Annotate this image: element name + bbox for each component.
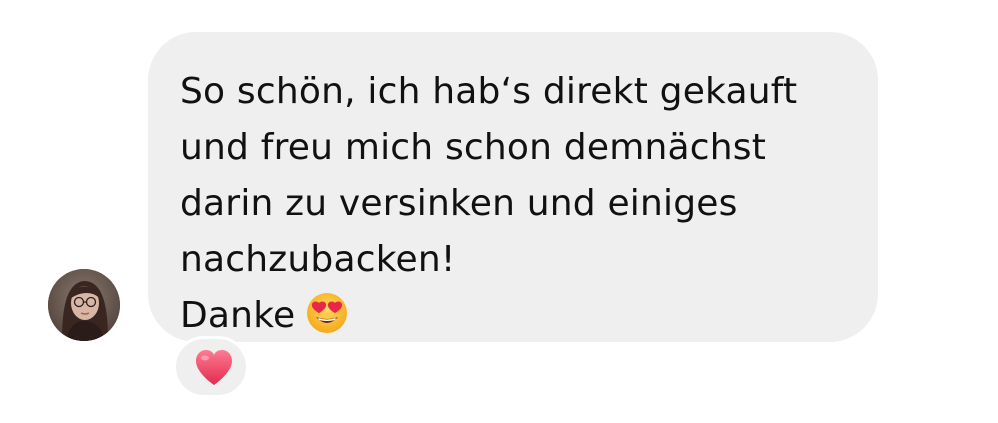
message-line: So schön, ich hab‘s direkt gekauft [180, 71, 798, 112]
message-line: nachzubacken! [180, 239, 456, 280]
message-bubble[interactable]: So schön, ich hab‘s direkt gekauft und f… [148, 32, 878, 342]
sender-avatar[interactable] [48, 269, 120, 341]
message-line-last: Danke [180, 288, 848, 344]
message-line-text: Danke [180, 295, 296, 336]
message-line: darin zu versinken und einiges [180, 183, 738, 224]
message-line: und freu mich schon demnächst [180, 127, 767, 168]
avatar-photo [48, 269, 120, 341]
heart-icon [196, 350, 232, 385]
heart-eyes-emoji-icon [305, 291, 349, 335]
reaction-badge[interactable] [173, 336, 249, 398]
